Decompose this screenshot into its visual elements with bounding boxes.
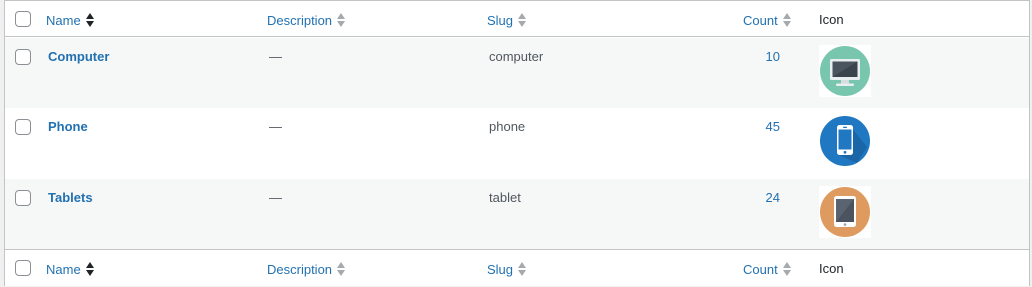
term-slug: computer: [489, 49, 544, 64]
sort-icon: [336, 12, 346, 28]
table-header-row: Name Description Slug Count Icon: [5, 1, 1029, 37]
column-header-name-label: Name: [46, 13, 81, 28]
term-count-link[interactable]: 10: [705, 49, 780, 64]
column-footer-description[interactable]: Description: [267, 261, 346, 277]
column-header-slug[interactable]: Slug: [487, 12, 527, 28]
term-slug: tablet: [489, 190, 521, 205]
column-header-count-label: Count: [743, 13, 778, 28]
smartphone-icon: [819, 115, 871, 167]
table-row: Computer — computer 10: [5, 38, 1029, 108]
sort-icon: [517, 12, 527, 28]
table-footer-row: Name Description Slug Count Icon: [5, 249, 1029, 286]
column-footer-count[interactable]: Count: [743, 261, 792, 277]
terms-table: Name Description Slug Count Icon Compute…: [4, 0, 1030, 286]
sort-icon: [782, 12, 792, 28]
term-count-link[interactable]: 45: [705, 119, 780, 134]
column-footer-slug-label: Slug: [487, 262, 514, 277]
term-name-link[interactable]: Phone: [48, 119, 88, 134]
select-all-checkbox[interactable]: [15, 11, 31, 27]
column-footer-description-label: Description: [267, 262, 333, 277]
term-count-link[interactable]: 24: [705, 190, 780, 205]
sort-icon: [336, 261, 346, 277]
term-name-link[interactable]: Tablets: [48, 190, 93, 205]
sort-icon: [782, 261, 792, 277]
row-checkbox[interactable]: [15, 190, 31, 206]
term-description: —: [269, 190, 282, 205]
column-header-description-label: Description: [267, 13, 333, 28]
column-header-name[interactable]: Name: [46, 12, 95, 28]
column-footer-count-label: Count: [743, 262, 778, 277]
term-description: —: [269, 119, 282, 134]
column-footer-name[interactable]: Name: [46, 261, 95, 277]
term-description: —: [269, 49, 282, 64]
select-all-checkbox[interactable]: [15, 260, 31, 276]
sort-ascending-icon: [85, 261, 95, 277]
column-header-count[interactable]: Count: [743, 12, 792, 28]
column-header-slug-label: Slug: [487, 13, 514, 28]
column-footer-icon: Icon: [819, 261, 844, 276]
row-checkbox[interactable]: [15, 49, 31, 65]
table-row: Phone — phone 45: [5, 108, 1029, 179]
column-footer-name-label: Name: [46, 262, 81, 277]
column-footer-slug[interactable]: Slug: [487, 261, 527, 277]
table-row: Tablets — tablet 24: [5, 179, 1029, 249]
term-slug: phone: [489, 119, 526, 134]
sort-ascending-icon: [85, 12, 95, 28]
column-header-icon: Icon: [819, 12, 844, 27]
column-header-description[interactable]: Description: [267, 12, 346, 28]
row-checkbox[interactable]: [15, 119, 31, 135]
sort-icon: [517, 261, 527, 277]
computer-monitor-icon: [819, 45, 871, 97]
term-name-link[interactable]: Computer: [48, 49, 109, 64]
tablet-icon: [819, 186, 871, 238]
